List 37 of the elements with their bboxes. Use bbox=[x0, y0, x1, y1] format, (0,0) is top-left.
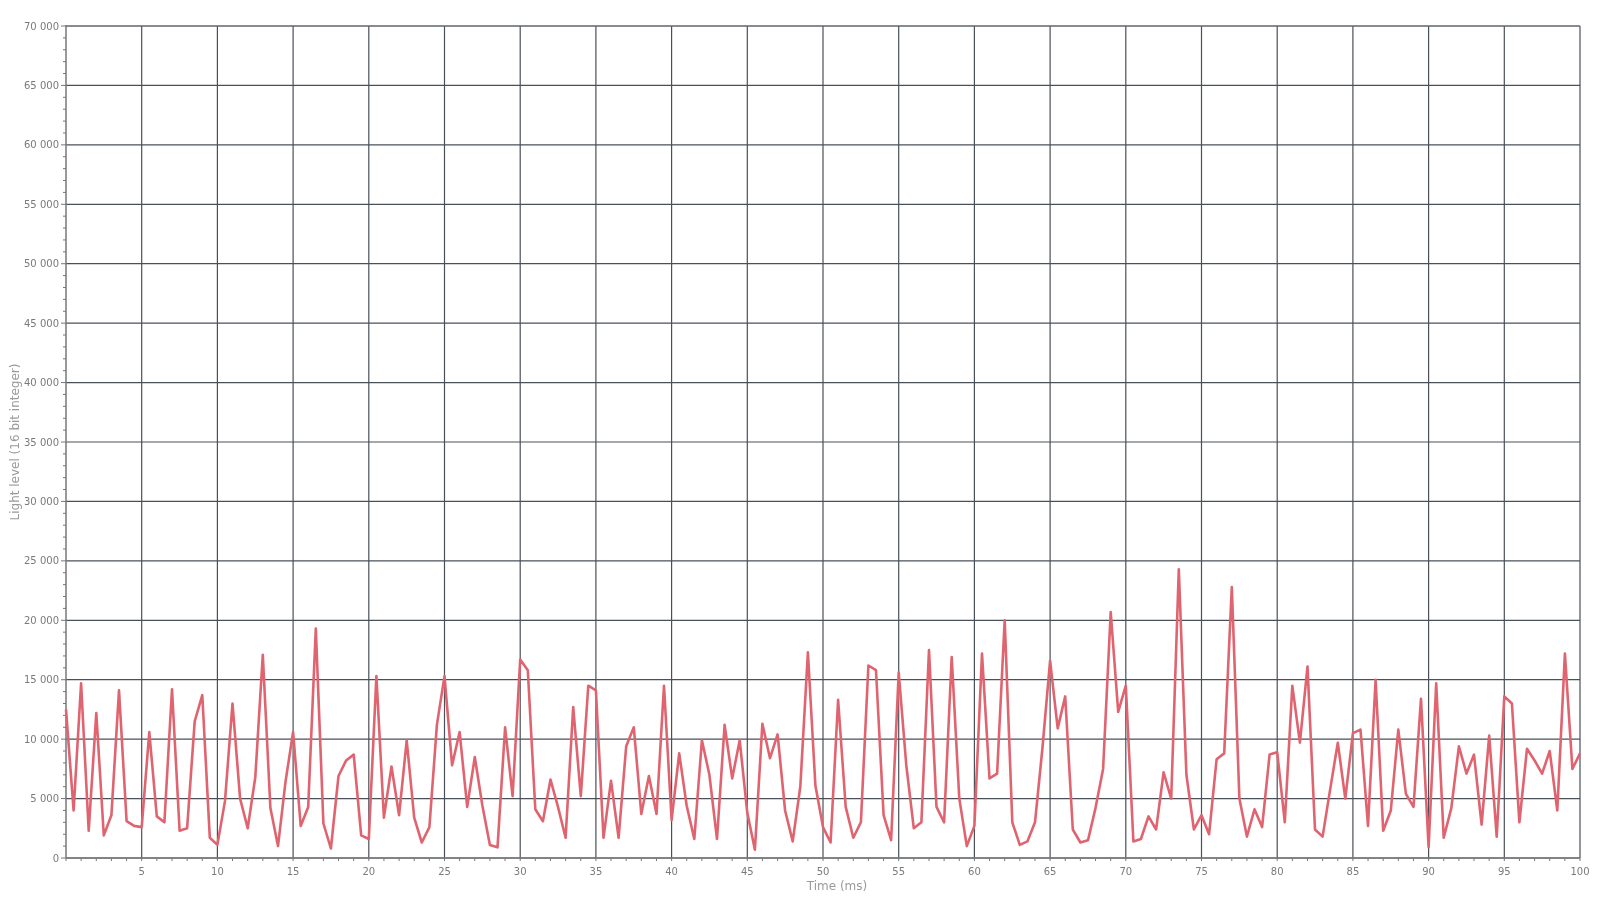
axis-tick-label: 15 bbox=[286, 866, 300, 877]
axis-tick-label: 0 bbox=[52, 852, 59, 864]
axis-tick-label: 100 bbox=[1570, 866, 1590, 877]
axis-tick-label: 15 000 bbox=[24, 674, 59, 686]
axis-tick-label: 50 bbox=[816, 866, 830, 877]
axis-tick-label: 5 bbox=[138, 866, 145, 877]
axis-tick-label: 20 bbox=[362, 866, 376, 877]
axis-tick-label: 10 bbox=[211, 866, 224, 877]
axis-tick-label: 75 bbox=[1195, 866, 1208, 877]
axis-tick-label: 45 000 bbox=[24, 317, 59, 329]
axis-tick-label: 35 bbox=[589, 866, 603, 877]
axis-title: Time (ms) bbox=[806, 879, 868, 893]
axis-tick-label: 30 bbox=[513, 866, 527, 877]
axis-tick-label: 55 bbox=[892, 866, 906, 877]
axis-tick-label: 10 000 bbox=[24, 733, 59, 745]
axis-tick-label: 65 000 bbox=[24, 79, 59, 91]
axis-tick-label: 40 000 bbox=[24, 377, 59, 389]
axis-tick-label: 90 bbox=[1422, 866, 1435, 877]
axis-tick-label: 30 000 bbox=[24, 495, 59, 507]
axis-tick-label: 60 000 bbox=[24, 139, 59, 151]
axis-tick-label: 40 bbox=[665, 866, 678, 877]
axis-tick-label: 25 000 bbox=[24, 555, 59, 567]
axis-tick-label: 65 bbox=[1043, 866, 1057, 877]
axis-tick-label: 60 bbox=[968, 866, 981, 877]
axis-tick-label: 85 bbox=[1346, 866, 1360, 877]
axis-tick-label: 35 000 bbox=[24, 436, 59, 448]
axis-tick-label: 25 bbox=[438, 866, 451, 877]
axis-title: Light level (16 bit integer) bbox=[8, 363, 22, 521]
axis-tick-label: 5 000 bbox=[30, 793, 59, 805]
axis-tick-label: 70 000 bbox=[24, 20, 59, 32]
axis-tick-label: 70 bbox=[1119, 866, 1133, 877]
axis-tick-label: 55 000 bbox=[24, 198, 59, 210]
axis-tick-label: 45 bbox=[740, 866, 754, 877]
axis-tick-label: 20 000 bbox=[24, 614, 59, 626]
axis-tick-label: 50 000 bbox=[24, 258, 59, 270]
axis-tick-label: 80 bbox=[1270, 866, 1284, 877]
axis-tick-label: 95 bbox=[1497, 866, 1511, 877]
